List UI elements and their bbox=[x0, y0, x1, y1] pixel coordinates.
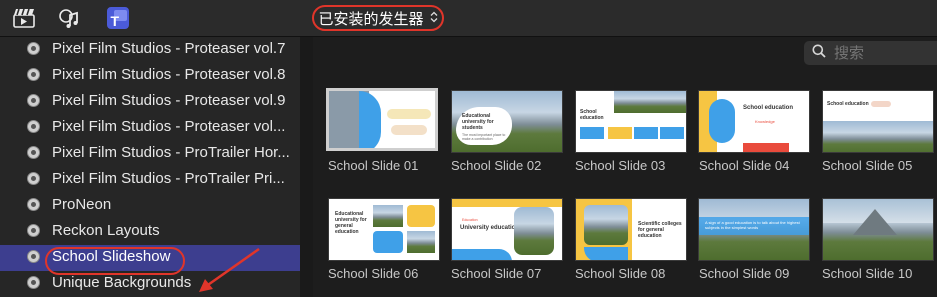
thumbnail-school-slide-04[interactable]: School education Knowledge bbox=[698, 90, 810, 153]
pane-divider[interactable] bbox=[300, 37, 313, 297]
slide-blue-shape bbox=[709, 99, 735, 143]
sidebar-item-proteaser-8[interactable]: Pixel Film Studios - Proteaser vol.8 bbox=[0, 63, 300, 89]
slide-title: University education bbox=[460, 225, 520, 231]
thumbnail-school-slide-07[interactable]: Education University education bbox=[451, 198, 563, 261]
thumbnail-label: School Slide 02 bbox=[451, 158, 542, 173]
slide-photo bbox=[407, 231, 435, 253]
sidebar-item-protrailer-hor[interactable]: Pixel Film Studios - ProTrailer Hor... bbox=[0, 141, 300, 167]
toolbar: T 已安装的发生器 bbox=[0, 0, 937, 37]
slide-title: Educational university for general educa… bbox=[335, 211, 367, 235]
sidebar-item-label: Pixel Film Studios - Proteaser vol... bbox=[52, 118, 286, 135]
slide-mountain bbox=[853, 209, 897, 235]
chevron-updown-icon bbox=[430, 11, 438, 26]
slide-text-block bbox=[391, 125, 427, 135]
thumbnail-label: School Slide 03 bbox=[575, 158, 666, 173]
slide-title: School education bbox=[743, 105, 794, 111]
sidebar-item-label: Pixel Film Studios - Proteaser vol.9 bbox=[52, 92, 286, 109]
slide-title: A sign of a good education is to talk ab… bbox=[705, 220, 800, 230]
thumbnail-school-slide-01[interactable] bbox=[326, 88, 438, 151]
thumbnail-label: School Slide 10 bbox=[822, 266, 913, 281]
slide-blue-shape bbox=[452, 249, 512, 260]
dropdown-label: 已安装的发生器 bbox=[318, 10, 424, 28]
thumbnail-school-slide-06[interactable]: Educational university for general educa… bbox=[328, 198, 440, 261]
slide-blue-shape bbox=[584, 247, 628, 260]
sidebar-item-proteaser-vol[interactable]: Pixel Film Studios - Proteaser vol... bbox=[0, 115, 300, 141]
thumbnail-label: School Slide 09 bbox=[699, 266, 790, 281]
search-field[interactable] bbox=[804, 41, 937, 65]
generator-folder-icon bbox=[27, 120, 40, 133]
thumbnail-label: School Slide 08 bbox=[575, 266, 666, 281]
sidebar-item-label: Reckon Layouts bbox=[52, 222, 160, 239]
thumbnail-school-slide-02[interactable]: Educational university for students The … bbox=[451, 90, 563, 153]
slide-yellow-band bbox=[452, 199, 562, 207]
generator-folder-icon bbox=[27, 198, 40, 211]
slide-text-block bbox=[387, 109, 431, 119]
thumbnail-label: School Slide 06 bbox=[328, 266, 419, 281]
sidebar-item-label: Pixel Film Studios - Proteaser vol.7 bbox=[52, 40, 286, 57]
thumbnail-school-slide-05[interactable]: School education bbox=[822, 90, 934, 153]
slide-red-shape bbox=[743, 143, 789, 152]
sidebar-item-label: Unique Backgrounds bbox=[52, 274, 192, 291]
search-input[interactable] bbox=[832, 43, 936, 63]
thumbnail-school-slide-09[interactable]: A sign of a good education is to talk ab… bbox=[698, 198, 810, 261]
thumbnail-label: School Slide 01 bbox=[328, 158, 419, 173]
slide-text: The most important place to make a contr… bbox=[462, 133, 506, 141]
search-icon bbox=[812, 44, 826, 63]
thumbnail-school-slide-03[interactable]: School education bbox=[575, 90, 687, 153]
slide-subtitle: Knowledge bbox=[755, 119, 775, 124]
generator-folder-icon bbox=[27, 224, 40, 237]
sidebar-item-label: ProNeon bbox=[52, 196, 112, 213]
slide-title: Scientific colleges for general educatio… bbox=[638, 221, 682, 239]
slide-photo bbox=[373, 205, 403, 227]
slide-box-blue bbox=[660, 127, 684, 139]
highlight-annotation-ring bbox=[45, 247, 185, 275]
slide-photo bbox=[584, 205, 628, 245]
generator-folder-icon bbox=[27, 146, 40, 159]
music-photo-icon[interactable] bbox=[57, 6, 81, 30]
thumbnail-label: School Slide 07 bbox=[451, 266, 542, 281]
generator-folder-icon bbox=[27, 42, 40, 55]
slide-box-blue bbox=[634, 127, 658, 139]
sidebar-item-label: Pixel Film Studios - ProTrailer Pri... bbox=[52, 170, 285, 187]
generators-sidebar: Pixel Film Studios - Proteaser vol.7 Pix… bbox=[0, 37, 300, 297]
generator-folder-icon bbox=[27, 172, 40, 185]
sidebar-item-label: Pixel Film Studios - Proteaser vol.8 bbox=[52, 66, 286, 83]
generator-folder-icon bbox=[27, 276, 40, 289]
slide-title: Educational university for students bbox=[462, 113, 494, 131]
slide-tag bbox=[871, 101, 891, 107]
slide-photo bbox=[823, 121, 933, 152]
thumbnail-label: School Slide 04 bbox=[699, 158, 790, 173]
slide-photo bbox=[614, 91, 686, 113]
generator-folder-icon bbox=[27, 94, 40, 107]
slide-blue-shape bbox=[359, 91, 381, 148]
thumbnail-label: School Slide 05 bbox=[822, 158, 913, 173]
titles-generators-icon[interactable]: T bbox=[106, 6, 130, 30]
slide-title: School education bbox=[827, 101, 869, 107]
sidebar-item-proteaser-7[interactable]: Pixel Film Studios - Proteaser vol.7 bbox=[0, 37, 300, 63]
installed-generators-dropdown[interactable]: 已安装的发生器 bbox=[312, 5, 444, 31]
slide-photo bbox=[514, 207, 554, 255]
slide-title: School education bbox=[580, 109, 604, 121]
slide-blue-card bbox=[373, 231, 403, 253]
slide-box-blue bbox=[580, 127, 604, 139]
slide-subtitle: Education bbox=[462, 218, 478, 222]
slide-box-yellow bbox=[608, 127, 632, 139]
slide-yellow-card bbox=[407, 205, 435, 227]
sidebar-item-protrailer-pri[interactable]: Pixel Film Studios - ProTrailer Pri... bbox=[0, 167, 300, 193]
sidebar-item-proteaser-9[interactable]: Pixel Film Studios - Proteaser vol.9 bbox=[0, 89, 300, 115]
svg-text:T: T bbox=[111, 13, 120, 29]
clapperboard-icon[interactable] bbox=[12, 6, 36, 30]
thumbnail-school-slide-10[interactable] bbox=[822, 198, 934, 261]
generator-folder-icon bbox=[27, 250, 40, 263]
sidebar-item-proneon[interactable]: ProNeon bbox=[0, 193, 300, 219]
sidebar-item-reckon-layouts[interactable]: Reckon Layouts bbox=[0, 219, 300, 245]
annotation-arrow-icon bbox=[195, 247, 265, 297]
sidebar-item-label: Pixel Film Studios - ProTrailer Hor... bbox=[52, 144, 290, 161]
generator-folder-icon bbox=[27, 68, 40, 81]
thumbnail-school-slide-08[interactable]: Scientific colleges for general educatio… bbox=[575, 198, 687, 261]
